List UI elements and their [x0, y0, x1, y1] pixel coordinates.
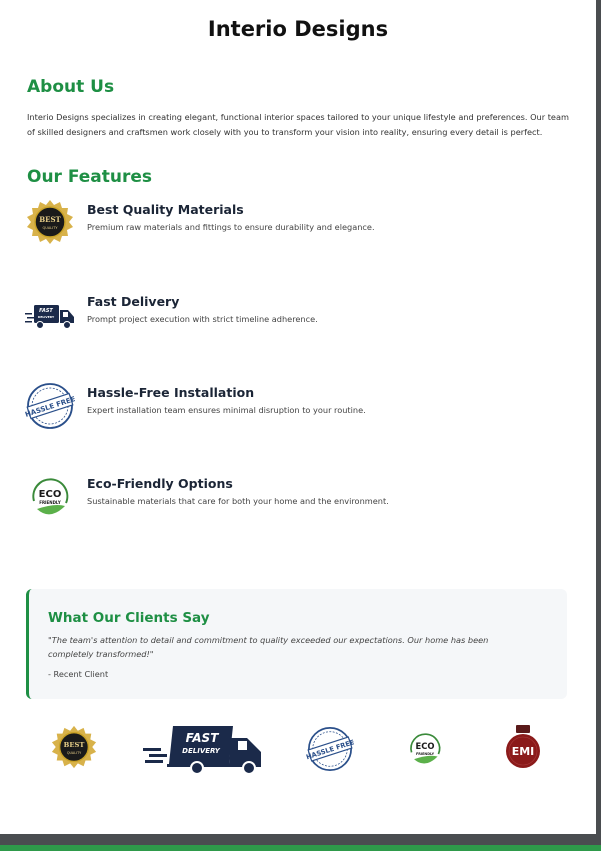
testimonial-heading: What Our Clients Say — [48, 610, 210, 626]
feature-item: HASSLE FREE Hassle-Free Installation Exp… — [25, 382, 565, 432]
emi-tag-icon: EMI — [506, 725, 540, 768]
svg-text:ECO: ECO — [416, 741, 435, 751]
testimonial-card: What Our Clients Say "The team's attenti… — [26, 589, 567, 699]
feature-description: Premium raw materials and fittings to en… — [87, 222, 375, 232]
logo-row: BEST QUALITY FAST DELIVERY HASSLE FREE E… — [0, 720, 596, 780]
feature-title: Fast Delivery — [87, 294, 180, 309]
feature-description: Sustainable materials that care for both… — [87, 496, 389, 506]
feature-item: BEST QUALITY Best Quality Materials Prem… — [25, 199, 565, 249]
hassle-free-stamp-icon: HASSLE FREE — [306, 727, 354, 771]
features-heading: Our Features — [27, 167, 153, 187]
viewer-edge-right — [596, 0, 601, 851]
feature-description: Expert installation team ensures minimal… — [87, 405, 366, 415]
svg-text:QUALITY: QUALITY — [43, 226, 59, 230]
about-heading: About Us — [27, 77, 115, 97]
fast-delivery-truck-icon: FAST DELIVERY — [143, 726, 261, 775]
feature-description: Prompt project execution with strict tim… — [87, 314, 318, 324]
svg-text:FRIENDLY: FRIENDLY — [416, 752, 435, 756]
feature-title: Best Quality Materials — [87, 202, 244, 217]
best-quality-badge-icon: BEST QUALITY — [27, 200, 73, 244]
about-paragraph: Interio Designs specializes in creating … — [27, 112, 569, 137]
svg-text:ECO: ECO — [39, 489, 62, 500]
testimonial-author: - Recent Client — [48, 669, 109, 679]
svg-text:EMI: EMI — [512, 745, 535, 758]
svg-text:DELIVERY: DELIVERY — [38, 315, 55, 319]
feature-item: ECO FRIENDLY Eco-Friendly Options Sustai… — [25, 473, 565, 523]
feature-title: Eco-Friendly Options — [87, 476, 233, 491]
svg-text:FAST: FAST — [39, 308, 53, 314]
eco-friendly-leaf-icon: ECO FRIENDLY — [32, 478, 69, 515]
svg-text:BEST: BEST — [64, 741, 85, 749]
feature-title: Hassle-Free Installation — [87, 385, 255, 400]
document-page: Interio Designs About Us Interio Designs… — [0, 0, 596, 834]
svg-text:QUALITY: QUALITY — [67, 751, 82, 755]
feature-item: FAST DELIVERY Fast Delivery Prompt proje… — [25, 291, 565, 341]
fast-delivery-truck-icon: FAST DELIVERY — [25, 305, 74, 329]
svg-text:FAST: FAST — [186, 731, 220, 745]
hassle-free-stamp-icon: HASSLE FREE — [25, 383, 75, 429]
svg-text:DELIVERY: DELIVERY — [182, 747, 221, 755]
testimonial-quote: "The team's attention to detail and comm… — [48, 635, 489, 659]
svg-text:FRIENDLY: FRIENDLY — [39, 500, 61, 505]
viewer-bottom-bar — [0, 845, 601, 851]
svg-text:BEST: BEST — [39, 215, 61, 224]
best-quality-badge-icon: BEST QUALITY — [51, 725, 97, 769]
page-title: Interio Designs — [207, 17, 389, 41]
eco-friendly-leaf-icon: ECO FRIENDLY — [410, 733, 441, 764]
